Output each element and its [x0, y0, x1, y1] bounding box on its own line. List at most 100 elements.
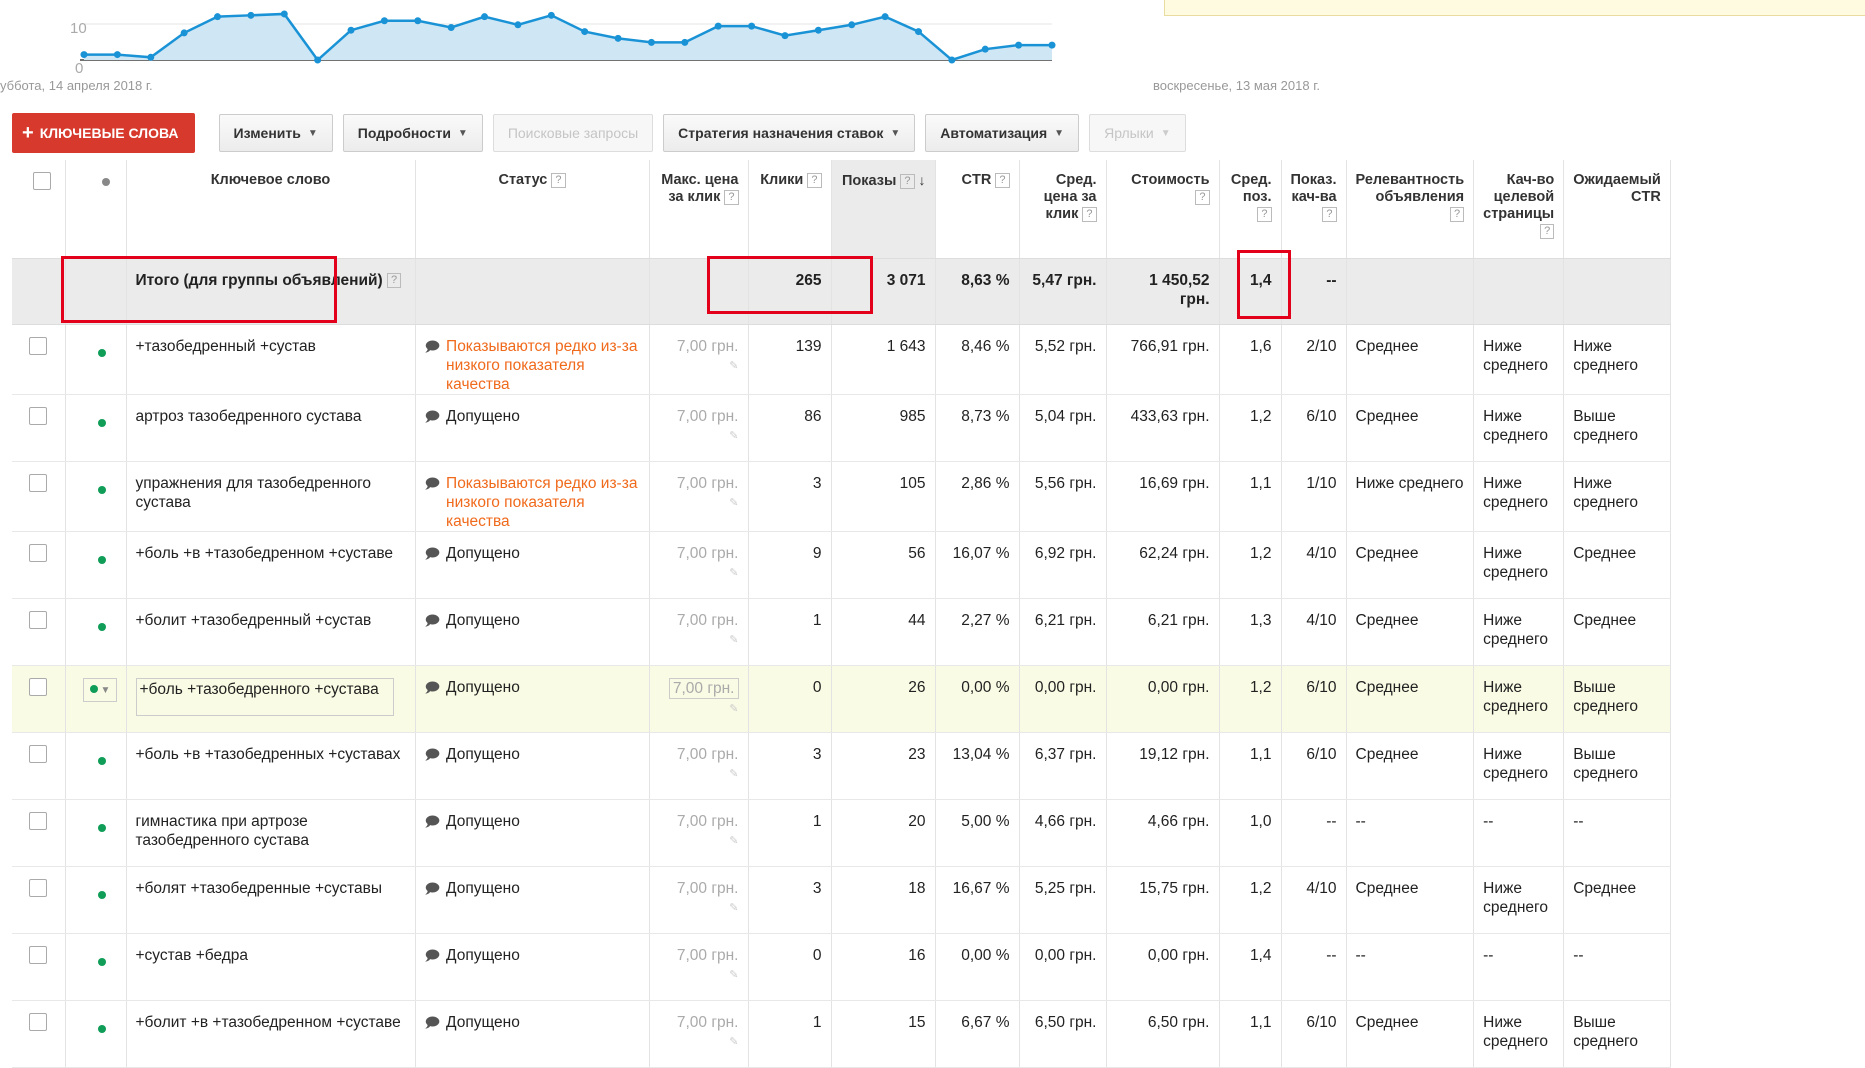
chart-point[interactable] [180, 29, 188, 37]
chart-point[interactable] [214, 13, 222, 21]
max-cpc-cell[interactable]: 7,00 грн. ✎ [649, 461, 749, 532]
keyword-cell[interactable]: гимнастика при артрозе тазобедренного су… [126, 799, 416, 867]
edit-icon[interactable]: ✎ [659, 700, 738, 719]
header-avg-pos[interactable]: Сред. поз.? [1219, 160, 1282, 259]
chart-point[interactable] [280, 10, 288, 18]
chart-point[interactable] [547, 11, 555, 19]
chart-point[interactable] [1015, 41, 1023, 49]
select-cell[interactable] [12, 866, 66, 934]
toolbar-button-1[interactable]: Подробности ▼ [342, 114, 483, 152]
header-expected-ctr[interactable]: Ожидаемый CTR [1563, 160, 1671, 259]
status-dot-cell[interactable] [65, 461, 127, 532]
chart-point[interactable] [447, 24, 455, 31]
select-cell[interactable] [12, 598, 66, 666]
edit-icon[interactable]: ✎ [659, 494, 738, 513]
max-cpc-value[interactable]: 7,00 грн. [668, 677, 739, 699]
row-checkbox[interactable] [29, 811, 47, 830]
help-icon[interactable]: ? [551, 172, 566, 188]
header-status[interactable]: Статус ? [415, 160, 650, 259]
row-checkbox[interactable] [29, 945, 47, 964]
keyword-cell[interactable]: артроз тазобедренного сустава [126, 394, 416, 462]
max-cpc-cell[interactable]: 7,00 грн. ✎ [649, 799, 749, 867]
select-cell[interactable] [12, 531, 66, 599]
chart-point[interactable] [881, 13, 889, 21]
keyword-text[interactable]: +болит +в +тазобедренном +суставе [136, 1014, 401, 1031]
table-row[interactable]: +боль +в +тазобедренном +суставе 🗩 Допущен… [12, 531, 1671, 599]
help-icon[interactable]: ? [1540, 223, 1555, 239]
toolbar-button-4[interactable]: Автоматизация ▼ [925, 114, 1080, 152]
row-checkbox[interactable] [29, 543, 47, 562]
speech-bubble-icon[interactable]: 🗩 [425, 544, 441, 563]
speech-bubble-icon[interactable]: 🗩 [425, 337, 441, 394]
row-checkbox[interactable] [29, 744, 47, 763]
speech-bubble-icon[interactable]: 🗩 [425, 611, 441, 630]
select-cell[interactable] [12, 665, 66, 733]
keyword-cell[interactable]: +болят +тазобедренные +суставы [126, 866, 416, 934]
keyword-cell[interactable]: +боль +в +тазобедренном +суставе [126, 531, 416, 599]
select-cell[interactable] [12, 461, 66, 532]
keyword-text[interactable]: артроз тазобедренного сустава [136, 408, 362, 425]
keyword-text[interactable]: гимнастика при артрозе тазобедренного су… [136, 813, 309, 849]
header-impressions[interactable]: Показы ? ↓ [831, 160, 936, 259]
keyword-text[interactable]: +сустав +бедра [136, 947, 249, 964]
chart-point[interactable] [614, 34, 622, 42]
chart-point[interactable] [814, 26, 822, 34]
chart-point[interactable] [647, 38, 655, 46]
row-checkbox[interactable] [29, 406, 47, 425]
chart-point[interactable] [113, 51, 121, 59]
select-cell[interactable] [12, 394, 66, 462]
select-cell[interactable] [12, 799, 66, 867]
header-status-dot[interactable] [65, 160, 127, 259]
header-cost[interactable]: Стоимость ? [1106, 160, 1220, 259]
chart-point[interactable] [147, 53, 155, 61]
max-cpc-value[interactable]: 7,00 грн. [677, 338, 739, 355]
max-cpc-value[interactable]: 7,00 грн. [677, 880, 739, 897]
help-icon[interactable]: ? [1082, 206, 1097, 222]
help-icon[interactable]: ? [1257, 206, 1272, 222]
table-row[interactable]: +болит +тазобедренный +сустав 🗩 Допущено 7,… [12, 598, 1671, 666]
max-cpc-cell[interactable]: 7,00 грн. ✎ [649, 1000, 749, 1068]
table-row[interactable]: гимнастика при артрозе тазобедренного су… [12, 799, 1671, 867]
chart-point[interactable] [848, 21, 856, 29]
keyword-text[interactable]: +боль +в +тазобедренном +суставе [136, 545, 394, 562]
status-dot-cell[interactable] [65, 598, 127, 666]
max-cpc-cell[interactable]: 7,00 грн. ✎ [649, 598, 749, 666]
max-cpc-value[interactable]: 7,00 грн. [677, 408, 739, 425]
keyword-text[interactable]: +тазобедренный +сустав [136, 338, 316, 355]
keyword-cell[interactable]: +тазобедренный +сустав [126, 324, 416, 395]
select-cell[interactable] [12, 732, 66, 800]
header-clicks[interactable]: Клики ? [748, 160, 832, 259]
status-dot-cell[interactable] [65, 799, 127, 867]
max-cpc-value[interactable]: 7,00 грн. [677, 545, 739, 562]
header-keyword[interactable]: Ключевое слово [126, 160, 416, 259]
keyword-text[interactable]: +боль +в +тазобедренных +суставах [136, 746, 401, 763]
keyword-cell[interactable]: +сустав +бедра [126, 933, 416, 1001]
select-cell[interactable] [12, 933, 66, 1001]
row-checkbox[interactable] [29, 473, 47, 492]
edit-icon[interactable]: ✎ [659, 966, 738, 985]
table-row[interactable]: +тазобедренный +сустав 🗩 Показываются редк… [12, 324, 1671, 395]
toolbar-button-5[interactable]: Ярлыки ▼ [1089, 114, 1186, 152]
status-dot-cell[interactable] [65, 732, 127, 800]
header-ctr[interactable]: CTR ? [935, 160, 1020, 259]
edit-icon[interactable]: ✎ [659, 564, 738, 583]
keyword-cell[interactable]: упражнения для тазобедренного сустава [126, 461, 416, 532]
row-checkbox[interactable] [29, 677, 47, 696]
help-icon[interactable]: ? [807, 172, 822, 188]
table-row[interactable]: +болят +тазобедренные +суставы 🗩 Допущено 7… [12, 866, 1671, 934]
max-cpc-value[interactable]: 7,00 грн. [677, 475, 739, 492]
max-cpc-value[interactable]: 7,00 грн. [677, 813, 739, 830]
chart-point[interactable] [481, 13, 489, 21]
edit-icon[interactable]: ✎ [659, 765, 738, 784]
header-select-all[interactable] [12, 160, 66, 259]
toolbar-button-2[interactable]: Поисковые запросы [492, 114, 654, 152]
select-cell[interactable] [12, 1000, 66, 1068]
max-cpc-value[interactable]: 7,00 грн. [677, 947, 739, 964]
row-checkbox[interactable] [29, 610, 47, 629]
chart-point[interactable] [380, 17, 388, 25]
chart-point[interactable] [981, 45, 989, 53]
help-icon[interactable]: ? [1450, 206, 1465, 222]
help-icon[interactable]: ? [900, 173, 915, 189]
table-row[interactable]: +сустав +бедра 🗩 Допущено 7,00 грн. ✎ 0 16 0,00… [12, 933, 1671, 1001]
table-row[interactable]: ▼ +боль +тазобедренного +сустава 🗩 Допущено… [12, 665, 1671, 733]
